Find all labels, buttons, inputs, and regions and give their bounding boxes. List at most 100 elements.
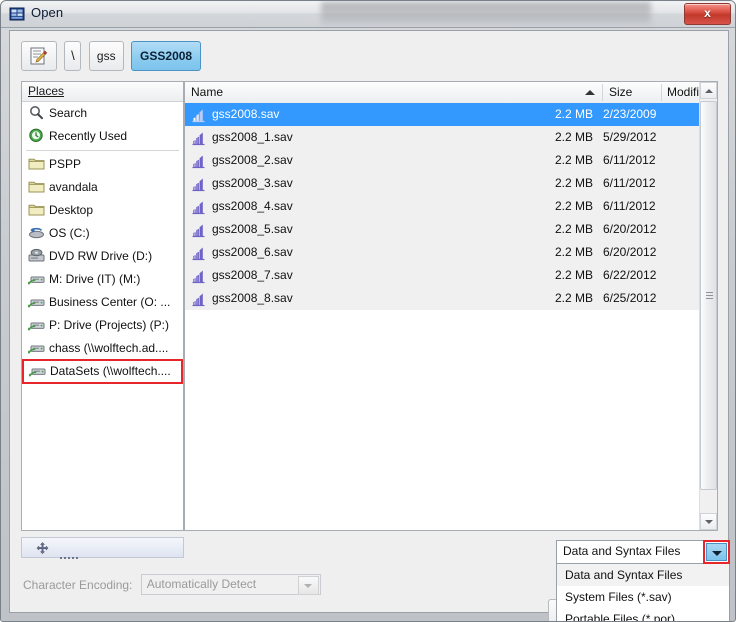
character-encoding-select[interactable]: Automatically Detect [140,574,321,595]
column-divider[interactable] [661,84,662,101]
file-type-option[interactable]: Data and Syntax Files [557,564,729,586]
sidebar-item-label: PSPP [49,157,82,171]
network-drive-icon [28,363,46,378]
scroll-down-button[interactable] [700,513,717,530]
file-modified-cell: 6/11/2012 [603,199,656,213]
sav-file-icon [191,223,206,238]
sidebar-item-m-drive-it-m[interactable]: M: Drive (IT) (M:) [22,268,183,291]
recent-clock-icon [28,128,45,143]
character-encoding-value: Automatically Detect [146,577,257,591]
file-rows: gss2008.sav 2.2 MB 2/23/2009 gss2008_1.sav 2… [185,103,700,310]
sidebar-item-desktop[interactable]: Desktop [22,199,183,222]
sav-file-icon [191,131,206,146]
chevron-down-icon [297,576,319,595]
sav-file-icon [191,200,206,215]
file-modified-cell: 6/11/2012 [603,153,656,167]
sidebar-item-business-center-o[interactable]: Business Center (O: ... [22,291,183,314]
file-size-cell: 2.2 MB [554,245,593,259]
file-list-empty-area [185,310,700,530]
sidebar-divider [26,150,179,151]
table-row[interactable]: gss2008_6.sav 2.2 MB 6/20/2012 [185,241,700,264]
file-modified-cell: 6/11/2012 [603,176,656,190]
scroll-up-button[interactable] [700,82,717,99]
scrollbar-thumb[interactable] [700,101,717,490]
sidebar-item-chass-wolftech-ad[interactable]: chass (\\wolftech.ad.... [22,337,183,360]
table-row[interactable]: gss2008_4.sav 2.2 MB 6/11/2012 [185,195,700,218]
dialog-client-area: \ gss GSS2008 Places Search Recently Used… [9,30,730,621]
file-name-cell: gss2008_1.sav [212,130,293,144]
network-drive-icon [27,317,45,332]
path-crumb-gss[interactable]: gss [88,41,124,71]
sidebar-item-label: chass (\\wolftech.ad.... [49,341,169,355]
table-row[interactable]: gss2008_3.sav 2.2 MB 6/11/2012 [185,172,700,195]
file-name-cell: gss2008_6.sav [212,245,293,259]
file-size-cell: 2.2 MB [554,268,593,282]
close-button[interactable]: x [684,3,731,25]
places-resize-handle[interactable] [21,537,184,559]
sidebar-item-label: Search [49,106,88,120]
file-size-cell: 2.2 MB [554,153,593,167]
column-divider[interactable] [602,84,603,101]
column-header-name[interactable]: Name [191,82,223,103]
sidebar-item-label: Business Center (O: ... [49,295,171,309]
path-crumb-root[interactable]: \ [64,41,82,71]
table-row[interactable]: gss2008_7.sav 2.2 MB 6/22/2012 [185,264,700,287]
network-drive-icon [27,340,45,355]
file-modified-cell: 5/29/2012 [603,130,657,144]
file-name-cell: gss2008.sav [212,107,280,121]
type-location-button[interactable] [21,41,57,71]
file-list-pane: Name Size Modified gss2008.sav 2.2 MB 2/23… [184,81,718,531]
file-list-body: gss2008.sav 2.2 MB 2/23/2009 gss2008_1.sav 2… [185,103,700,530]
harddisk-icon [28,225,45,240]
network-drive-icon [27,271,45,286]
folder-icon [28,202,45,217]
sidebar-item-os-c[interactable]: OS (C:) [22,222,183,245]
file-size-cell: 2.2 MB [554,176,593,190]
sidebar-item-recently-used[interactable]: Recently Used [22,125,183,148]
table-row[interactable]: gss2008_2.sav 2.2 MB 6/11/2012 [185,149,700,172]
sidebar-item-label: Recently Used [49,129,128,143]
file-size-cell: 2.2 MB [554,107,593,121]
sidebar-item-search[interactable]: Search [22,102,183,125]
file-type-filter-value: Data and Syntax Files [563,544,681,558]
sidebar-item-label: avandala [49,180,98,194]
table-row[interactable]: gss2008_8.sav 2.2 MB 6/25/2012 [185,287,700,310]
places-list: Search Recently Used PSPP avandala Desktop OS… [22,102,183,384]
sort-ascending-icon [585,90,595,95]
file-type-option[interactable]: System Files (*.sav) [557,586,729,608]
file-name-cell: gss2008_5.sav [212,222,293,236]
edit-location-icon [28,46,50,66]
file-type-option[interactable]: Portable Files (*.por) [557,608,729,621]
file-modified-cell: 6/20/2012 [603,222,657,236]
sidebar-item-p-drive-projects-p[interactable]: P: Drive (Projects) (P:) [22,314,183,337]
file-name-cell: gss2008_3.sav [212,176,293,190]
character-encoding-row: Character Encoding: Automatically Detect [23,574,321,596]
file-name-cell: gss2008_8.sav [212,291,293,305]
sav-file-icon [191,177,206,192]
table-row[interactable]: gss2008_5.sav 2.2 MB 6/20/2012 [185,218,700,241]
scrollbar-grip-icon [706,291,713,300]
sidebar-item-dvd-rw-drive-d[interactable]: DVD RW Drive (D:) [22,245,183,268]
move-handle-icon [36,542,49,555]
file-modified-cell: 2/23/2009 [603,107,657,121]
titlebar-smudge [321,2,651,24]
file-name-cell: gss2008_2.sav [212,153,293,167]
path-crumb-gss2008[interactable]: GSS2008 [131,41,202,71]
table-row[interactable]: gss2008.sav 2.2 MB 2/23/2009 [185,103,700,126]
file-size-cell: 2.2 MB [554,222,593,236]
column-header-size[interactable]: Size [609,82,632,103]
breadcrumb: \ gss GSS2008 [21,41,204,73]
sidebar-item-avandala[interactable]: avandala [22,176,183,199]
sidebar-item-datasets-wolftech[interactable]: DataSets (\\wolftech.... [22,359,183,384]
file-size-cell: 2.2 MB [554,130,593,144]
sidebar-item-pspp[interactable]: PSPP [22,153,183,176]
file-list-scrollbar[interactable] [699,82,717,530]
pspp-app-icon [9,6,25,22]
places-sidebar: Places Search Recently Used PSPP avandala De… [21,81,184,531]
sav-file-icon [191,269,206,284]
table-row[interactable]: gss2008_1.sav 2.2 MB 5/29/2012 [185,126,700,149]
file-type-filter-select[interactable]: Data and Syntax Files [556,540,730,564]
chevron-down-icon[interactable] [706,543,727,561]
sidebar-item-label: M: Drive (IT) (M:) [49,272,141,286]
sav-file-icon [191,292,206,307]
